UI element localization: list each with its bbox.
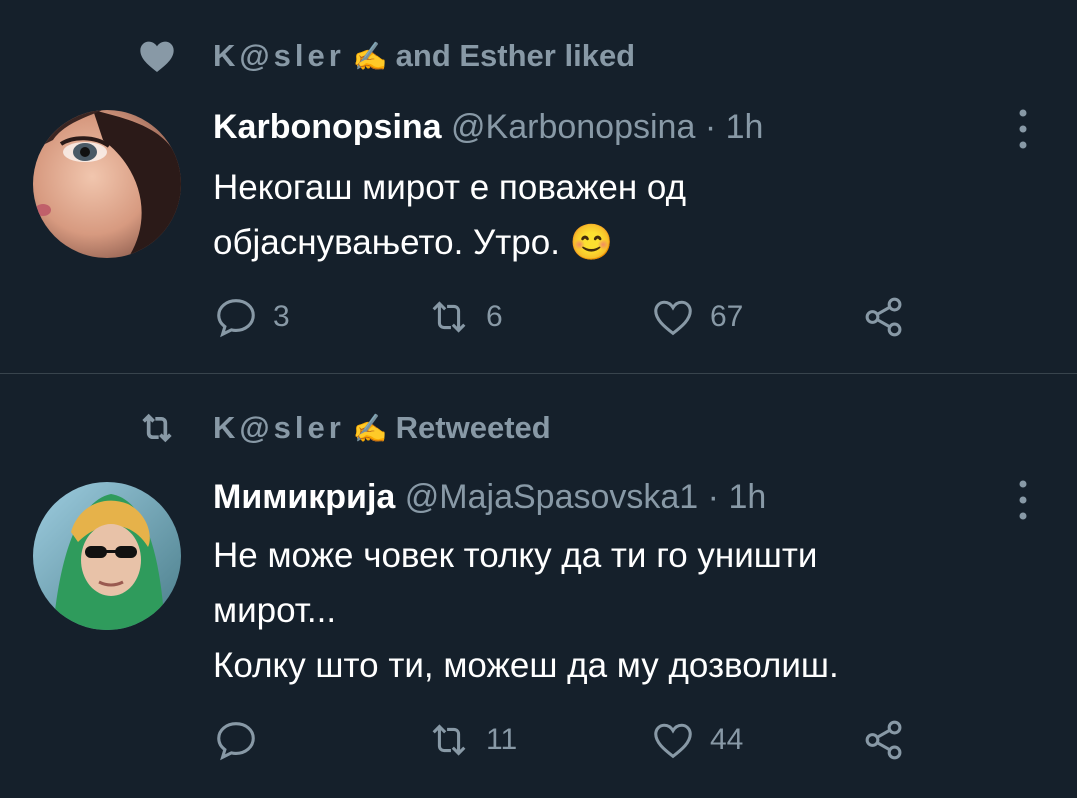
display-name[interactable]: Мимикрија	[213, 478, 395, 516]
context-user[interactable]: K@sler	[213, 38, 345, 74]
separator: ·	[704, 108, 717, 146]
context-user[interactable]: K@sler	[213, 410, 345, 446]
writing-hand-emoji: ✍	[352, 412, 388, 444]
more-options-icon[interactable]	[1013, 107, 1033, 151]
like-button[interactable]: 44	[650, 717, 743, 763]
avatar[interactable]	[33, 110, 181, 258]
tweet-text-line: Не може човек толку да ти го уништи	[213, 536, 818, 575]
retweet-button[interactable]: 11	[426, 717, 517, 763]
heart-outline-icon	[654, 300, 692, 336]
retweet-icon	[137, 408, 177, 448]
tweet-text-line: Колку што ти, можеш да му дозволиш.	[213, 646, 839, 685]
context-text: and Esther liked	[395, 38, 636, 73]
tweet-header: Karbonopsina @Karbonopsina · 1h	[213, 108, 763, 147]
like-count: 44	[710, 723, 744, 756]
retweet-count: 6	[486, 300, 503, 333]
tweet-text: Не може човек толку да ти го уништи миро…	[213, 528, 1013, 693]
retweet-icon	[432, 724, 466, 756]
share-button[interactable]	[861, 717, 907, 763]
like-button[interactable]: 67	[650, 294, 743, 340]
reply-count: 3	[273, 300, 290, 333]
reply-icon	[217, 722, 255, 761]
share-icon	[865, 297, 902, 337]
separator: ·	[707, 478, 719, 516]
timestamp[interactable]: 1h	[728, 478, 766, 516]
writing-hand-emoji: ✍	[352, 40, 388, 72]
action-bar: 3 6 67	[213, 294, 933, 340]
reply-button[interactable]: 3	[213, 294, 290, 340]
social-context[interactable]: K@sler ✍ and Esther liked	[140, 36, 636, 76]
tweet-header: Мимикрија @MajaSpasovska1 · 1h	[213, 478, 766, 517]
heart-outline-icon	[654, 723, 692, 759]
reply-icon	[217, 299, 255, 338]
tweet-card[interactable]: K@sler ✍ and Esther liked Karbonopsina @…	[0, 0, 1077, 374]
social-context[interactable]: K@sler ✍ Retweeted	[142, 408, 551, 448]
more-options-icon[interactable]	[1013, 478, 1033, 522]
share-button[interactable]	[861, 294, 907, 340]
retweet-button[interactable]: 6	[426, 294, 503, 340]
handle[interactable]: @MajaSpasovska1	[405, 478, 698, 516]
handle[interactable]: @Karbonopsina	[451, 108, 695, 146]
reply-button[interactable]	[213, 717, 273, 763]
tweet-text: Некогаш мирот е поважен од објаснувањето…	[213, 160, 1013, 270]
context-text: Retweeted	[395, 410, 551, 445]
display-name[interactable]: Karbonopsina	[213, 108, 442, 146]
tweet-card[interactable]: K@sler ✍ Retweeted Мимикрија @MajaSpasov…	[0, 374, 1077, 798]
tweet-text-line: мирот...	[213, 591, 337, 630]
retweet-count: 11	[486, 723, 518, 756]
share-icon	[865, 720, 902, 760]
timestamp[interactable]: 1h	[726, 108, 764, 146]
avatar[interactable]	[33, 482, 181, 630]
like-count: 67	[710, 300, 744, 333]
retweet-icon	[432, 301, 466, 333]
heart-icon	[137, 36, 177, 76]
tweet-text-line: објаснувањето. Утро. 😊	[213, 223, 614, 262]
tweet-text-line: Некогаш мирот е поважен од	[213, 168, 687, 207]
action-bar: 11 44	[213, 717, 933, 763]
